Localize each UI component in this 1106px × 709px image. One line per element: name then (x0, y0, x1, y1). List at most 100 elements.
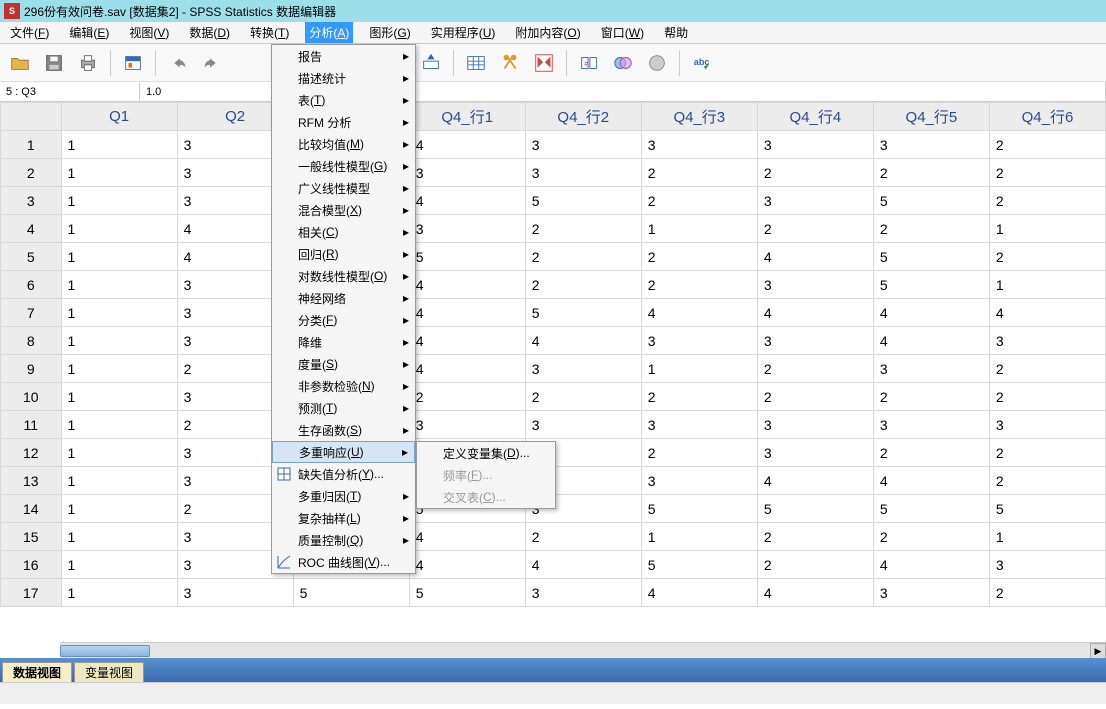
data-cell[interactable]: 2 (641, 271, 757, 299)
undo-icon[interactable] (164, 49, 192, 77)
select-cases-icon[interactable] (609, 49, 637, 77)
menu-item[interactable]: 降维▸ (272, 331, 415, 353)
data-cell[interactable]: 1 (641, 215, 757, 243)
data-cell[interactable]: 4 (409, 327, 525, 355)
save-icon[interactable] (40, 49, 68, 77)
data-cell[interactable]: 1 (61, 131, 177, 159)
data-cell[interactable]: 2 (641, 187, 757, 215)
data-cell[interactable]: 4 (409, 551, 525, 579)
row-header[interactable]: 14 (1, 495, 62, 523)
data-cell[interactable]: 3 (757, 271, 873, 299)
data-cell[interactable]: 4 (409, 131, 525, 159)
column-header[interactable]: Q4_行5 (873, 103, 989, 131)
data-cell[interactable]: 2 (873, 159, 989, 187)
data-cell[interactable]: 1 (61, 327, 177, 355)
menu-item[interactable]: 相关(C)▸ (272, 221, 415, 243)
data-cell[interactable]: 3 (525, 579, 641, 607)
data-cell[interactable]: 1 (61, 439, 177, 467)
data-cell[interactable]: 4 (873, 467, 989, 495)
data-cell[interactable]: 4 (409, 271, 525, 299)
data-cell[interactable]: 5 (873, 243, 989, 271)
data-cell[interactable]: 1 (61, 467, 177, 495)
data-cell[interactable]: 3 (641, 131, 757, 159)
data-cell[interactable]: 3 (873, 131, 989, 159)
data-cell[interactable]: 2 (525, 271, 641, 299)
data-cell[interactable]: 5 (873, 495, 989, 523)
data-cell[interactable]: 5 (409, 579, 525, 607)
data-cell[interactable]: 2 (989, 439, 1105, 467)
data-cell[interactable]: 4 (409, 299, 525, 327)
menu-item[interactable]: RFM 分析▸ (272, 111, 415, 133)
menu-item[interactable]: 质量控制(Q)▸ (272, 529, 415, 551)
row-header[interactable]: 11 (1, 411, 62, 439)
data-cell[interactable]: 5 (409, 243, 525, 271)
use-sets-icon[interactable]: abc (688, 49, 716, 77)
menu-7[interactable]: 实用程序(U) (427, 22, 500, 43)
data-cell[interactable]: 1 (61, 411, 177, 439)
menu-item[interactable]: 多重归因(T)▸ (272, 485, 415, 507)
data-cell[interactable]: 1 (61, 215, 177, 243)
column-header[interactable]: Q4_行4 (757, 103, 873, 131)
menu-item[interactable]: 回归(R)▸ (272, 243, 415, 265)
data-cell[interactable]: 2 (641, 159, 757, 187)
data-cell[interactable]: 2 (409, 383, 525, 411)
data-cell[interactable]: 1 (989, 271, 1105, 299)
menu-1[interactable]: 编辑(E) (65, 22, 113, 43)
data-cell[interactable]: 3 (409, 411, 525, 439)
data-cell[interactable]: 3 (873, 411, 989, 439)
data-cell[interactable]: 4 (757, 243, 873, 271)
tab-data-view[interactable]: 数据视图 (2, 662, 72, 682)
data-cell[interactable]: 2 (757, 551, 873, 579)
data-cell[interactable]: 3 (989, 411, 1105, 439)
tab-variable-view[interactable]: 变量视图 (74, 662, 144, 682)
menu-item[interactable]: ROC 曲线图(V)... (272, 551, 415, 573)
data-cell[interactable]: 4 (873, 551, 989, 579)
data-cell[interactable]: 4 (873, 299, 989, 327)
data-cell[interactable]: 2 (873, 383, 989, 411)
data-cell[interactable]: 4 (409, 355, 525, 383)
menu-5[interactable]: 分析(A) (305, 22, 353, 43)
value-labels-icon[interactable] (643, 49, 671, 77)
row-header[interactable]: 15 (1, 523, 62, 551)
data-cell[interactable]: 4 (409, 187, 525, 215)
data-cell[interactable]: 3 (409, 215, 525, 243)
data-cell[interactable]: 2 (989, 383, 1105, 411)
row-header[interactable]: 2 (1, 159, 62, 187)
data-cell[interactable]: 2 (873, 439, 989, 467)
row-header[interactable]: 5 (1, 243, 62, 271)
data-cell[interactable]: 5 (525, 187, 641, 215)
data-cell[interactable]: 5 (525, 299, 641, 327)
data-cell[interactable]: 2 (757, 355, 873, 383)
data-cell[interactable]: 1 (61, 159, 177, 187)
data-cell[interactable]: 5 (757, 495, 873, 523)
redo-icon[interactable] (198, 49, 226, 77)
data-cell[interactable]: 2 (989, 131, 1105, 159)
data-cell[interactable]: 3 (641, 411, 757, 439)
data-cell[interactable]: 1 (989, 215, 1105, 243)
data-cell[interactable]: 2 (525, 523, 641, 551)
data-cell[interactable]: 5 (873, 271, 989, 299)
data-cell[interactable]: 3 (525, 159, 641, 187)
menu-item[interactable]: 神经网络▸ (272, 287, 415, 309)
row-header[interactable]: 3 (1, 187, 62, 215)
row-header[interactable]: 9 (1, 355, 62, 383)
data-cell[interactable]: 2 (525, 383, 641, 411)
scroll-right-icon[interactable]: ▶ (1090, 643, 1106, 658)
row-header[interactable]: 16 (1, 551, 62, 579)
data-cell[interactable]: 1 (61, 187, 177, 215)
data-cell[interactable]: 1 (641, 523, 757, 551)
menu-item[interactable]: 复杂抽样(L)▸ (272, 507, 415, 529)
split-file-icon[interactable] (530, 49, 558, 77)
data-cell[interactable]: 5 (293, 579, 409, 607)
menu-item[interactable]: 非参数检验(N)▸ (272, 375, 415, 397)
data-cell[interactable]: 3 (641, 327, 757, 355)
menu-item[interactable]: 描述统计▸ (272, 67, 415, 89)
column-header[interactable]: Q4_行2 (525, 103, 641, 131)
open-icon[interactable] (6, 49, 34, 77)
menu-item[interactable]: 多重响应(U)▸ (272, 441, 415, 463)
data-cell[interactable]: 2 (525, 215, 641, 243)
data-cell[interactable]: 4 (757, 579, 873, 607)
print-icon[interactable] (74, 49, 102, 77)
data-cell[interactable]: 4 (525, 327, 641, 355)
data-cell[interactable]: 2 (757, 383, 873, 411)
